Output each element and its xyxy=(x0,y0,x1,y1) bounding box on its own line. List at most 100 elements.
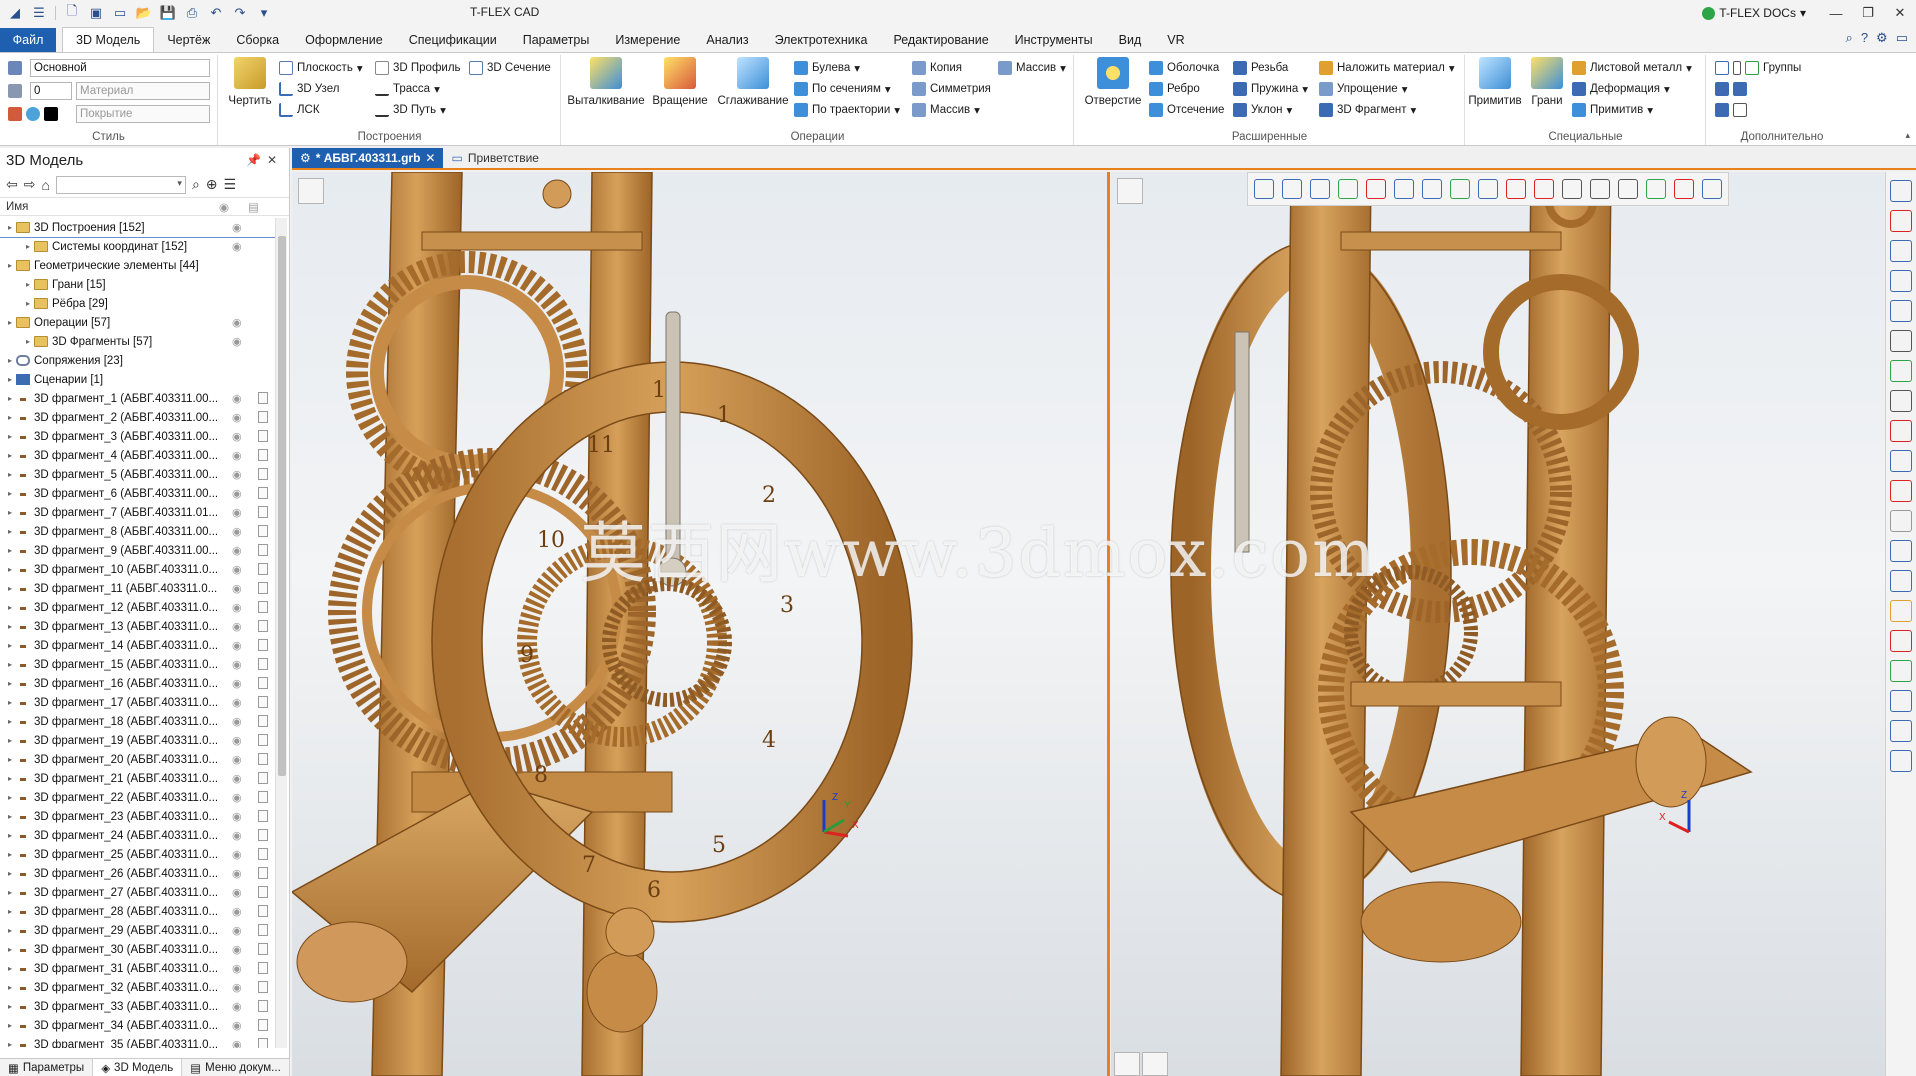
zoom-icon[interactable] xyxy=(1890,240,1912,262)
document-icon[interactable] xyxy=(258,544,268,556)
document-icon[interactable] xyxy=(258,886,268,898)
tree-row[interactable]: ▸ 3D фрагмент_12 (АБВГ.403311.0... ◉ xyxy=(0,598,276,617)
document-icon[interactable] xyxy=(258,905,268,917)
render-icon[interactable] xyxy=(1890,660,1912,682)
visibility-eye-icon[interactable]: ◉ xyxy=(232,658,244,671)
document-icon[interactable] xyxy=(258,715,268,727)
document-icon[interactable] xyxy=(258,411,268,423)
expand-toggle-icon[interactable]: ▸ xyxy=(4,964,16,973)
collapse-ribbon-icon[interactable]: ▴ xyxy=(1905,130,1910,141)
select-fragments-icon[interactable] xyxy=(1702,179,1722,199)
tree-row[interactable]: ▸ 3D фрагмент_34 (АБВГ.403311.0... ◉ xyxy=(0,1016,276,1035)
document-icon[interactable] xyxy=(258,506,268,518)
visibility-eye-icon[interactable]: ◉ xyxy=(232,335,244,348)
visibility-eye-icon[interactable]: ◉ xyxy=(232,316,244,329)
expand-toggle-icon[interactable]: ▸ xyxy=(22,337,34,346)
expand-toggle-icon[interactable]: ▸ xyxy=(4,736,16,745)
measure-distance-icon[interactable] xyxy=(1890,360,1912,382)
document-icon[interactable] xyxy=(258,981,268,993)
expand-toggle-icon[interactable]: ▸ xyxy=(22,299,34,308)
visibility-eye-icon[interactable]: ◉ xyxy=(232,810,244,823)
expand-toggle-icon[interactable]: ▸ xyxy=(4,926,16,935)
home-icon[interactable]: ⌂ xyxy=(41,177,49,193)
select-bodies-icon[interactable] xyxy=(1506,179,1526,199)
tree-row[interactable]: ▸ 3D фрагмент_29 (АБВГ.403311.0... ◉ xyxy=(0,921,276,940)
document-icon[interactable] xyxy=(258,658,268,670)
tab-electrical[interactable]: Электротехника xyxy=(762,28,881,52)
transform-icon[interactable] xyxy=(1715,103,1729,117)
visibility-eye-icon[interactable]: ◉ xyxy=(232,544,244,557)
clip-icon[interactable] xyxy=(1733,61,1741,75)
expand-toggle-icon[interactable]: ▸ xyxy=(4,679,16,688)
document-icon[interactable] xyxy=(258,639,268,651)
visibility-eye-icon[interactable]: ◉ xyxy=(232,506,244,519)
document-icon[interactable] xyxy=(258,924,268,936)
visibility-column-icon[interactable]: ◉ xyxy=(219,200,229,214)
forward-arrow-icon[interactable]: ⇨ xyxy=(24,176,36,193)
rib-button[interactable]: Ребро xyxy=(1149,80,1200,98)
save-icon[interactable]: 💾 xyxy=(157,3,179,23)
visibility-eye-icon[interactable]: ◉ xyxy=(232,848,244,861)
tree-row[interactable]: ▸ 3D фрагмент_2 (АБВГ.403311.00... ◉ xyxy=(0,408,276,427)
expand-toggle-icon[interactable]: ▸ xyxy=(4,356,16,365)
symmetry-button[interactable]: Симметрия xyxy=(912,80,991,98)
view-cube-icon[interactable] xyxy=(1890,180,1912,202)
tree-row[interactable]: ▸ 3D фрагмент_21 (АБВГ.403311.0... ◉ xyxy=(0,769,276,788)
visibility-eye-icon[interactable]: ◉ xyxy=(232,677,244,690)
expand-toggle-icon[interactable]: ▸ xyxy=(4,527,16,536)
level-field[interactable]: 0 xyxy=(30,82,72,100)
check-icon[interactable] xyxy=(1338,179,1358,199)
cube-icon[interactable] xyxy=(1890,450,1912,472)
tree-row[interactable]: ▸ 3D фрагмент_23 (АБВГ.403311.0... ◉ xyxy=(0,807,276,826)
draft-button[interactable]: Уклон ▾ xyxy=(1233,101,1292,119)
tab-specifications[interactable]: Спецификации xyxy=(396,28,510,52)
expand-toggle-icon[interactable]: ▸ xyxy=(4,698,16,707)
document-icon[interactable] xyxy=(258,601,268,613)
trace-button[interactable]: Трасса ▾ xyxy=(375,80,440,98)
tree-row[interactable]: ▸ Геометрические элементы [44] xyxy=(0,256,276,275)
sheet-metal-button[interactable]: Листовой металл ▾ xyxy=(1572,59,1692,77)
tab-assembly[interactable]: Сборка xyxy=(223,28,292,52)
tree-scrollbar[interactable] xyxy=(275,218,287,1048)
cut-button[interactable]: Отсечение xyxy=(1149,101,1224,119)
document-icon[interactable] xyxy=(258,734,268,746)
thread-button[interactable]: Резьба xyxy=(1233,59,1288,77)
path3d-button[interactable]: 3D Путь ▾ xyxy=(375,101,446,119)
split-view-icon[interactable] xyxy=(1114,1052,1140,1076)
tree-row[interactable]: ▸ 3D фрагмент_26 (АБВГ.403311.0... ◉ xyxy=(0,864,276,883)
shell-button[interactable]: Оболочка xyxy=(1149,59,1219,77)
doc-tab-active[interactable]: ⚙ * АБВГ.403311.grb ✕ xyxy=(292,148,444,168)
document-icon[interactable] xyxy=(258,829,268,841)
zoom-fit-icon[interactable] xyxy=(1890,300,1912,322)
tree-row[interactable]: ▸ 3D фрагмент_31 (АБВГ.403311.0... ◉ xyxy=(0,959,276,978)
doc-tab-welcome[interactable]: ▭ Приветствие xyxy=(443,148,546,168)
tab-edit[interactable]: Редактирование xyxy=(880,28,1001,52)
tree-row[interactable]: ▸ Рёбра [29] xyxy=(0,294,276,313)
tree-row[interactable]: ▸ 3D фрагмент_17 (АБВГ.403311.0... ◉ xyxy=(0,693,276,712)
tree-row[interactable]: ▸ Грани [15] xyxy=(0,275,276,294)
visibility-eye-icon[interactable]: ◉ xyxy=(232,392,244,405)
tab-design[interactable]: Оформление xyxy=(292,28,396,52)
visibility-eye-icon[interactable]: ◉ xyxy=(232,620,244,633)
measure-icon[interactable] xyxy=(1715,82,1729,96)
by-sections-button[interactable]: По сечениям ▾ xyxy=(794,80,891,98)
tab-parameters[interactable]: Параметры xyxy=(510,28,603,52)
tree-row[interactable]: ▸ 3D Фрагменты [57] ◉ xyxy=(0,332,276,351)
expand-toggle-icon[interactable]: ▸ xyxy=(4,1002,16,1011)
document-icon[interactable] xyxy=(258,791,268,803)
tree-row[interactable]: ▸ Операции [57] ◉ xyxy=(0,313,276,332)
expand-toggle-icon[interactable]: ▸ xyxy=(4,717,16,726)
tree-row[interactable]: ▸ 3D фрагмент_30 (АБВГ.403311.0... ◉ xyxy=(0,940,276,959)
table-icon[interactable] xyxy=(1733,103,1747,117)
layer-combo[interactable]: Основной xyxy=(30,59,210,77)
expand-toggle-icon[interactable]: ▸ xyxy=(4,869,16,878)
revolve-button[interactable]: Вращение xyxy=(648,57,712,107)
tab-3d-model[interactable]: 3D Модель xyxy=(62,27,155,52)
expand-toggle-icon[interactable]: ▸ xyxy=(4,603,16,612)
tree-row[interactable]: ▸ 3D фрагмент_19 (АБВГ.403311.0... ◉ xyxy=(0,731,276,750)
viewport-left[interactable]: 12 1 2 3 4 5 6 7 8 9 10 11 Z Y X xyxy=(292,172,1110,1076)
view-options-button[interactable] xyxy=(298,178,324,204)
tree-row[interactable]: ▸ 3D фрагмент_14 (АБВГ.403311.0... ◉ xyxy=(0,636,276,655)
plane-button[interactable]: Плоскость ▾ xyxy=(279,59,363,77)
select-operations-icon[interactable] xyxy=(1674,179,1694,199)
